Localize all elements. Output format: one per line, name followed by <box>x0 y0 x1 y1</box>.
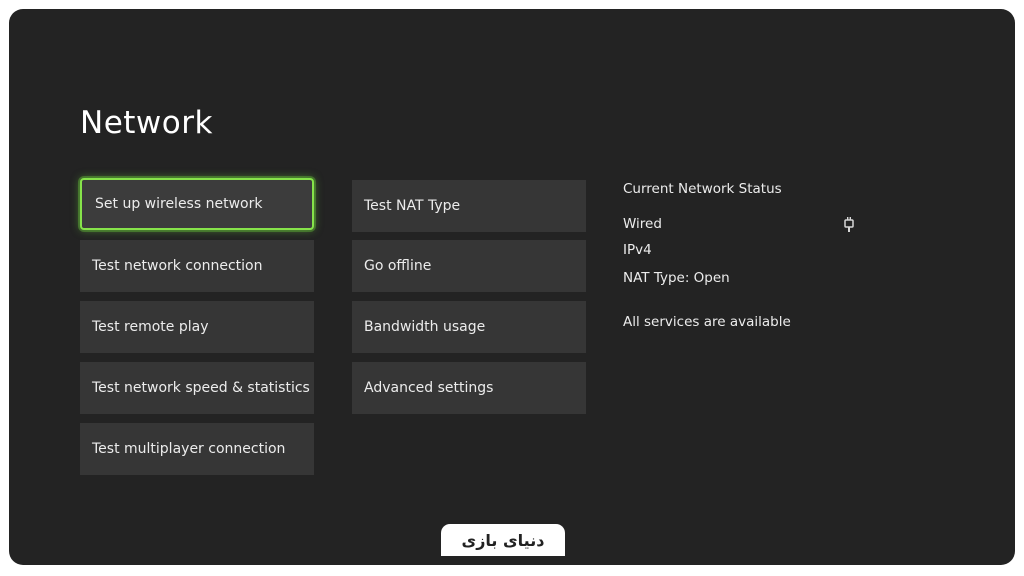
go-offline-button[interactable]: Go offline <box>352 240 586 292</box>
services-status: All services are available <box>623 314 791 330</box>
advanced-settings-button[interactable]: Advanced settings <box>352 362 586 414</box>
page-title: Network <box>80 105 213 141</box>
test-network-speed-button[interactable]: Test network speed & statistics <box>80 362 314 414</box>
test-network-connection-button[interactable]: Test network connection <box>80 240 314 292</box>
connection-type: Wired <box>623 216 662 232</box>
test-remote-play-button[interactable]: Test remote play <box>80 301 314 353</box>
ethernet-plug-icon <box>844 217 854 232</box>
network-settings-screen: Network Set up wireless network Test net… <box>9 9 1015 565</box>
bandwidth-usage-button[interactable]: Bandwidth usage <box>352 301 586 353</box>
site-logo: دنیای بازی <box>441 524 565 556</box>
ip-version: IPv4 <box>623 242 652 258</box>
test-nat-type-button[interactable]: Test NAT Type <box>352 180 586 232</box>
test-multiplayer-connection-button[interactable]: Test multiplayer connection <box>80 423 314 475</box>
nat-type-status: NAT Type: Open <box>623 270 730 286</box>
setup-wireless-network-button[interactable]: Set up wireless network <box>80 178 314 230</box>
logo-text: دنیای بازی <box>461 530 545 550</box>
status-heading: Current Network Status <box>623 181 782 197</box>
